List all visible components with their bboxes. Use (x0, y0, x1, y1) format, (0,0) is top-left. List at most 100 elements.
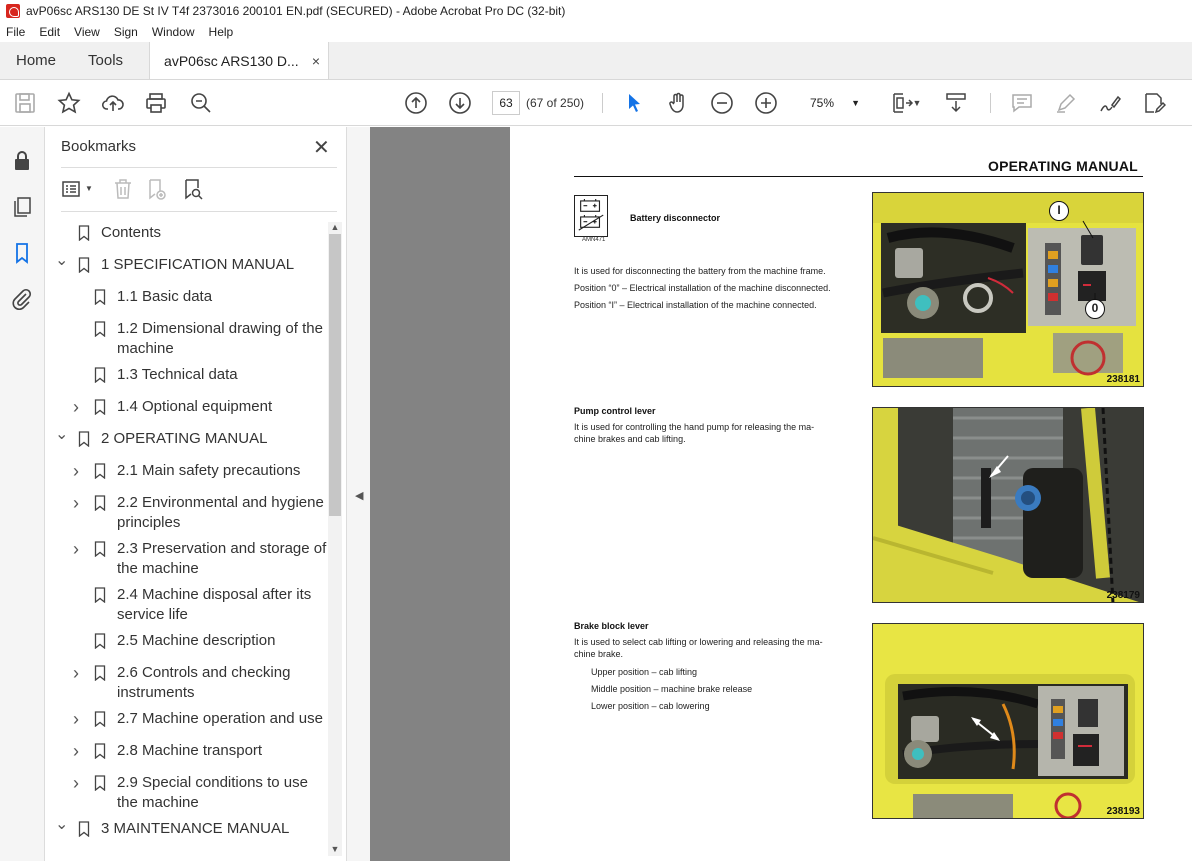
position-item: Upper position – cab lifting (591, 667, 698, 677)
sign-icon[interactable] (1098, 91, 1122, 115)
battery-symbol-icon (574, 195, 608, 237)
chevron-right-icon[interactable]: › (73, 493, 85, 513)
new-bookmark-icon[interactable] (145, 177, 169, 201)
chevron-down-icon[interactable]: ▼ (85, 177, 95, 201)
menu-file[interactable]: File (6, 25, 25, 39)
bookmark-label: 1.2 Dimensional drawing of the (117, 320, 323, 337)
bookmark-label-continued: instruments (117, 684, 195, 701)
bookmark-label: 2 OPERATING MANUAL (101, 430, 268, 447)
bookmark-item[interactable]: › 2.7 Machine operation and use (45, 709, 329, 729)
bookmark-item[interactable]: › 2.1 Main safety precautions (45, 461, 329, 481)
highlight-pen-icon[interactable] (1054, 91, 1078, 115)
zoom-in-icon[interactable] (754, 91, 778, 115)
section-body: It is used for disconnecting the battery… (574, 265, 864, 311)
scroll-down-icon[interactable]: ▼ (328, 844, 342, 856)
page-fit-icon[interactable] (890, 91, 914, 115)
select-cursor-icon[interactable] (622, 91, 646, 115)
bookmark-item[interactable]: › 2.2 Environmental and hygiene principles (45, 493, 329, 533)
close-tab-icon[interactable]: × (312, 53, 320, 69)
section-body: It is used to select cab lifting or lowe… (574, 636, 854, 660)
menu-help[interactable]: Help (209, 25, 234, 39)
bookmark-item[interactable]: Contents (45, 223, 329, 243)
chevron-down-icon[interactable]: ⌄ (55, 425, 68, 445)
comment-icon[interactable] (1010, 91, 1034, 115)
bookmark-label: 2.2 Environmental and hygiene (117, 494, 324, 511)
bookmark-item[interactable]: › 2.6 Controls and checking instruments (45, 663, 329, 703)
chevron-right-icon[interactable]: › (73, 397, 85, 417)
find-bookmark-icon[interactable] (181, 177, 205, 201)
position-list: Upper position – cab lifting Middle posi… (591, 666, 871, 712)
bookmark-item[interactable]: 1.3 Technical data (45, 365, 329, 385)
collapse-panel-icon[interactable]: ◀ (355, 489, 363, 502)
options-menu-icon[interactable] (61, 177, 85, 201)
bookmark-item[interactable]: ⌄ 3 MAINTENANCE MANUAL (45, 816, 329, 839)
chevron-right-icon[interactable]: › (73, 539, 85, 559)
chevron-down-icon: ▼ (851, 98, 860, 108)
print-icon[interactable] (144, 91, 168, 115)
edit-pdf-icon[interactable] (1142, 91, 1166, 115)
scrollbar-thumb[interactable] (329, 234, 341, 516)
bookmark-flag-icon (94, 321, 106, 338)
toolbar: 63 (67 of 250) 75% ▼ ▼ (0, 80, 1192, 126)
upload-cloud-icon[interactable] (101, 91, 125, 115)
bookmark-label: 2.8 Machine transport (117, 742, 263, 759)
close-panel-icon[interactable]: ✕ (313, 135, 330, 160)
pages-icon[interactable] (10, 195, 34, 219)
menu-edit[interactable]: Edit (39, 25, 60, 39)
bookmark-item[interactable]: 2.5 Machine description (45, 631, 329, 651)
bookmark-item[interactable]: ⌄ 2 OPERATING MANUAL (45, 426, 329, 449)
lock-icon[interactable] (10, 149, 34, 173)
bookmark-flag-icon (94, 463, 106, 480)
bookmark-item[interactable]: 1.2 Dimensional drawing of the machine (45, 319, 329, 359)
bookmark-label-continued: the machine (117, 560, 199, 577)
scroll-up-icon[interactable]: ▲ (328, 222, 342, 234)
section-heading: Brake block lever (574, 621, 649, 631)
tab-tools[interactable]: Tools (72, 42, 139, 79)
bookmark-item[interactable]: 2.4 Machine disposal after its service li… (45, 585, 329, 625)
menu-sign[interactable]: Sign (114, 25, 138, 39)
body-line: chine brake. (574, 649, 624, 659)
panel-splitter[interactable]: ◀ (346, 127, 370, 861)
panel-divider (61, 167, 337, 168)
bookmark-flag-icon (78, 431, 90, 448)
menu-window[interactable]: Window (152, 25, 195, 39)
star-icon[interactable] (57, 91, 81, 115)
bookmark-item[interactable]: ⌄ 1 SPECIFICATION MANUAL (45, 252, 329, 275)
chevron-down-icon[interactable]: ▼ (912, 91, 922, 115)
callout-on: I (1049, 201, 1069, 221)
bookmark-item[interactable]: › 1.4 Optional equipment (45, 397, 329, 417)
hand-tool-icon[interactable] (666, 91, 690, 115)
chevron-right-icon[interactable]: › (73, 461, 85, 481)
bookmarks-scrollbar[interactable]: ▲ ▼ (328, 222, 342, 856)
chevron-down-icon[interactable]: ⌄ (55, 815, 68, 835)
chevron-down-icon[interactable]: ⌄ (55, 251, 68, 271)
bookmark-item[interactable]: 1.1 Basic data (45, 287, 329, 307)
bookmark-icon[interactable] (10, 241, 34, 265)
bookmark-item[interactable]: › 2.8 Machine transport (45, 741, 329, 761)
bookmark-label: Contents (101, 224, 162, 241)
document-viewport[interactable]: OPERATING MANUAL AMN471 Battery disconne… (370, 127, 1192, 861)
tab-document[interactable]: avP06sc ARS130 D... × (149, 42, 330, 79)
bookmark-item[interactable]: › 2.3 Preservation and storage of the mach… (45, 539, 329, 579)
pdf-page: OPERATING MANUAL AMN471 Battery disconne… (510, 127, 1192, 861)
zoom-search-icon[interactable] (189, 91, 213, 115)
previous-page-icon[interactable] (404, 91, 428, 115)
delete-bookmark-icon[interactable] (111, 177, 135, 201)
zoom-out-icon[interactable] (710, 91, 734, 115)
toolbar-divider (602, 93, 603, 113)
navigation-rail (0, 127, 45, 861)
zoom-select[interactable]: 75% ▼ (800, 91, 866, 115)
body-line: Position “0” – Electrical installation o… (574, 283, 831, 293)
chevron-right-icon[interactable]: › (73, 741, 85, 761)
save-icon[interactable] (13, 91, 37, 115)
next-page-icon[interactable] (448, 91, 472, 115)
chevron-right-icon[interactable]: › (73, 663, 85, 683)
page-number-input[interactable]: 63 (492, 91, 520, 115)
bookmark-item[interactable]: › 2.9 Special conditions to use the machin… (45, 773, 329, 813)
menu-view[interactable]: View (74, 25, 100, 39)
attachment-icon[interactable] (10, 287, 34, 311)
scroll-mode-icon[interactable] (944, 91, 968, 115)
tab-home[interactable]: Home (0, 42, 72, 79)
chevron-right-icon[interactable]: › (73, 709, 85, 729)
chevron-right-icon[interactable]: › (73, 773, 85, 793)
